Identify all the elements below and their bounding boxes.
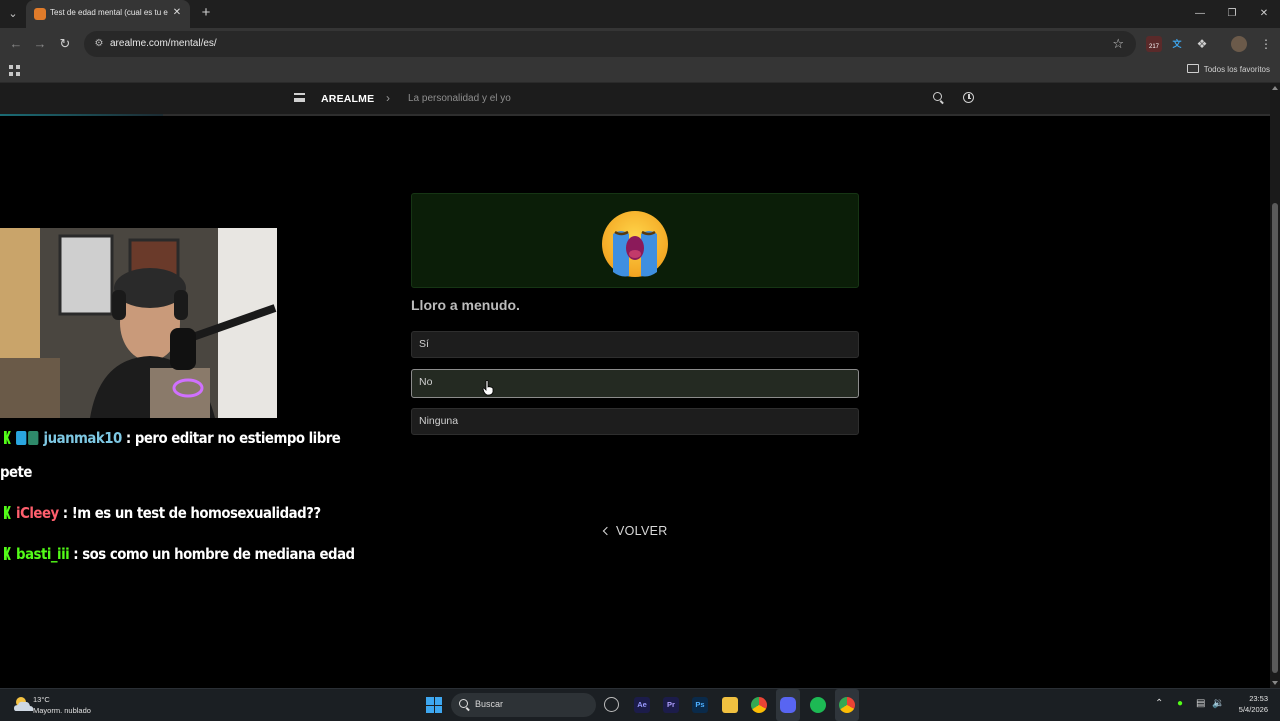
answer-option-ninguna[interactable]: Ninguna [411, 408, 859, 435]
hand-cursor-icon [482, 380, 494, 396]
question-image-card [411, 193, 859, 288]
stream-chat: juanmak10 : pero editar no estiempo libr… [0, 421, 355, 571]
weather-widget[interactable]: 13°C Mayorm. nublado [33, 694, 91, 716]
chat-message: basti_iii : sos como un hombre de median… [4, 537, 355, 571]
kick-badge-icon [4, 547, 11, 560]
clock-time: 23:53 [1249, 694, 1268, 703]
webcam-video [0, 228, 277, 418]
extension-badge-count: 217 [1148, 44, 1159, 50]
quiz-progress-fill [0, 114, 163, 116]
translate-extension-icon[interactable]: 文 [1169, 36, 1185, 52]
site-info-icon[interactable]: ⚙ [92, 37, 106, 51]
browser-tab-strip: ⌄ Test de edad mental (cual es tu ed ✕ +… [0, 0, 1280, 28]
answer-label: No [419, 376, 433, 388]
tab-search-icon[interactable]: ⌄ [4, 6, 22, 22]
back-arrow-icon[interactable]: ← [8, 36, 24, 52]
hamburger-menu-icon[interactable] [294, 93, 305, 102]
scrollbar-thumb[interactable] [1272, 203, 1278, 673]
reload-icon[interactable]: ↻ [57, 36, 73, 52]
answer-option-si[interactable]: Sí [411, 331, 859, 358]
file-explorer-icon[interactable] [722, 697, 738, 713]
chat-message-continuation: pete [0, 463, 32, 481]
site-header: AREALME › La personalidad y el yo [0, 83, 1270, 114]
scroll-up-icon[interactable] [1272, 86, 1278, 90]
extensions-puzzle-icon[interactable]: ❖ [1194, 36, 1210, 52]
quiz-progress-bar [0, 114, 1270, 116]
folder-icon [1186, 64, 1199, 73]
microphone-icon[interactable]: ● [1177, 698, 1183, 709]
emote-badge-icon [28, 431, 39, 445]
address-bar[interactable]: ⚙ arealme.com/mental/es/ ☆ [84, 31, 1136, 57]
windows-taskbar: 13°C Mayorm. nublado Buscar Ae Pr Ps ⌃ ●… [0, 688, 1280, 721]
system-clock[interactable]: 23:53 5/4/2026 [1239, 693, 1268, 715]
windows-start-icon[interactable] [426, 697, 442, 713]
breadcrumb-category[interactable]: La personalidad y el yo [408, 93, 511, 104]
url-text[interactable]: arealme.com/mental/es/ [110, 38, 217, 49]
chat-message: juanmak10 : pero editar no estiempo libr… [4, 421, 341, 455]
browser-toolbar: ← → ↻ ⚙ arealme.com/mental/es/ ☆ 217 文 ❖… [0, 28, 1280, 60]
photoshop-app-icon[interactable]: Ps [692, 697, 708, 713]
network-icon[interactable]: ▤ [1196, 698, 1205, 709]
minimize-icon[interactable]: — [1190, 6, 1210, 22]
forward-arrow-icon[interactable]: → [32, 36, 48, 52]
copilot-app-icon[interactable] [604, 697, 619, 712]
chat-username: basti_iii [16, 545, 70, 563]
search-icon[interactable] [932, 91, 946, 105]
extension-badge-icon[interactable]: 217 [1146, 36, 1162, 52]
scroll-down-icon[interactable] [1272, 681, 1278, 685]
weather-desc: Mayorm. nublado [33, 706, 91, 715]
kick-badge-icon [4, 506, 11, 519]
subscriber-badge-icon [16, 431, 27, 445]
back-button[interactable]: VOLVER [601, 524, 668, 538]
new-tab-icon[interactable]: + [198, 5, 214, 21]
answer-label: Ninguna [419, 415, 459, 427]
restore-icon[interactable]: ❐ [1222, 6, 1242, 22]
chevron-left-icon [602, 526, 612, 536]
site-logo[interactable]: AREALME [321, 93, 374, 105]
chevron-right-icon: › [386, 91, 390, 105]
crying-face-icon [602, 211, 668, 277]
apps-grid-icon[interactable] [9, 65, 20, 76]
chrome-app-icon[interactable] [751, 697, 767, 713]
question-text: Lloro a menudo. [411, 297, 520, 313]
premiere-app-icon[interactable]: Pr [663, 697, 679, 713]
bookmark-star-icon[interactable]: ☆ [1112, 36, 1124, 52]
weather-temp: 13°C [33, 695, 50, 704]
volume-icon[interactable]: 🔉 [1212, 698, 1224, 709]
kick-badge-icon [4, 431, 11, 444]
discord-app-icon[interactable] [780, 697, 796, 713]
chat-username: iCleey [16, 504, 59, 522]
chrome-app-icon[interactable] [839, 697, 855, 713]
bookmarks-bar: Todos los favoritos [0, 60, 1280, 83]
browser-tab-active[interactable]: Test de edad mental (cual es tu ed ✕ [26, 0, 190, 28]
history-icon[interactable] [962, 91, 976, 105]
site-favicon-icon [34, 8, 46, 20]
close-window-icon[interactable]: ✕ [1254, 6, 1274, 22]
chat-username: juanmak10 [43, 429, 123, 447]
search-icon [459, 699, 468, 708]
after-effects-app-icon[interactable]: Ae [634, 697, 650, 713]
taskbar-search-label: Buscar [475, 699, 504, 709]
clock-date: 5/4/2026 [1238, 705, 1268, 714]
answer-label: Sí [419, 338, 429, 350]
tab-title: Test de edad mental (cual es tu ed [50, 8, 168, 17]
tab-close-icon[interactable]: ✕ [170, 6, 184, 20]
answer-option-no[interactable]: No [411, 369, 859, 398]
chat-text: : !m es un test de homosexualidad?? [62, 504, 321, 522]
profile-avatar[interactable] [1231, 36, 1247, 52]
page-scrollbar[interactable] [1270, 83, 1280, 688]
spotify-app-icon[interactable] [810, 697, 826, 713]
chat-text: : pero editar no estiempo libre [125, 429, 341, 447]
favorites-label: Todos los favoritos [1203, 65, 1270, 74]
webcam-overlay [0, 228, 277, 418]
chat-message: iCleey : !m es un test de homosexualidad… [4, 496, 321, 530]
taskbar-search[interactable]: Buscar [451, 693, 596, 717]
chat-text: : sos como un hombre de mediana edad [73, 545, 355, 563]
browser-menu-icon[interactable]: ⋮ [1258, 36, 1274, 52]
all-favorites-folder[interactable]: Todos los favoritos [1186, 64, 1270, 74]
back-label: VOLVER [616, 524, 668, 538]
chevron-up-icon[interactable]: ⌃ [1155, 698, 1163, 709]
